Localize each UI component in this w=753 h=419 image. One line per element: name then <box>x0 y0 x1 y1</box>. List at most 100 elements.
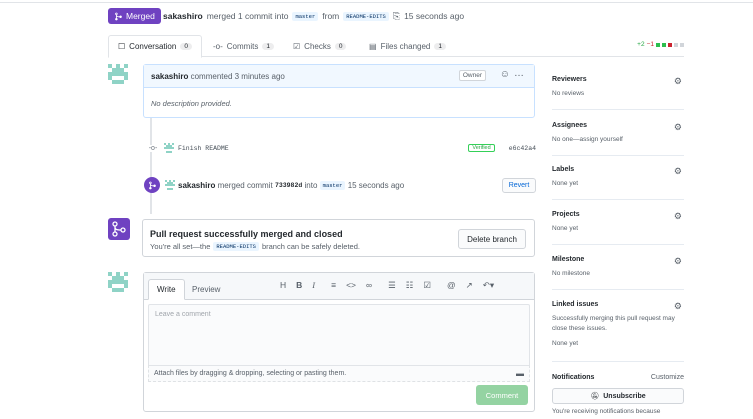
timeline-line <box>150 118 152 214</box>
quote-icon[interactable]: ≡ <box>331 280 336 291</box>
sidebar-value: None yet <box>552 225 579 232</box>
sidebar-title: Linked issues <box>552 301 599 308</box>
diffstat-block <box>680 42 684 47</box>
tab-count: 1 <box>262 42 274 50</box>
merged-status-label: Merged <box>126 11 155 21</box>
merge-commit-sha[interactable]: 733982d <box>275 182 302 189</box>
comment-textarea[interactable]: Leave a comment <box>148 304 530 368</box>
italic-icon[interactable]: I <box>312 280 315 291</box>
commit-sha[interactable]: e6c42a4 <box>509 145 536 152</box>
smiley-icon[interactable]: ☺ <box>500 69 510 80</box>
comment-editor: Write Preview H B I ≡ <> ∞ ☰ ☷ ☑ @ ↗ ↶▾ … <box>143 272 535 412</box>
gear-icon[interactable]: ⚙ <box>674 256 682 267</box>
link-icon[interactable]: ∞ <box>366 280 372 291</box>
sidebar-labels: Labels ⚙ None yet <box>552 166 684 200</box>
customize-link[interactable]: Customize <box>651 374 684 381</box>
kebab-menu-icon[interactable]: … <box>514 68 524 79</box>
task-list-icon[interactable]: ☑ <box>423 280 431 291</box>
sidebar-title: Milestone <box>552 256 585 263</box>
sidebar-value: Successfully merging this pull request m… <box>552 315 675 332</box>
copy-icon[interactable]: ⎘ <box>393 11 400 22</box>
merge-event-time[interactable]: 15 seconds ago <box>348 181 405 190</box>
commit-icon: -o- <box>213 41 223 51</box>
sidebar-value: No reviews <box>552 90 585 97</box>
unsubscribe-button[interactable]: 🔕︎ Unsubscribe <box>552 388 684 404</box>
attach-files-bar[interactable]: Attach files by dragging & dropping, sel… <box>148 365 530 382</box>
merge-status-desc: You're all set—the README-EDITS branch c… <box>150 242 360 251</box>
sidebar-projects: Projects ⚙ None yet <box>552 211 684 245</box>
gear-icon[interactable]: ⚙ <box>674 122 682 133</box>
sidebar-milestone: Milestone ⚙ No milestone <box>552 256 684 290</box>
base-branch[interactable]: master <box>292 11 319 21</box>
delete-branch-button[interactable]: Delete branch <box>458 229 526 249</box>
head-branch[interactable]: README-EDITS <box>343 11 389 21</box>
sidebar-reviewers: Reviewers ⚙ No reviews <box>552 76 684 110</box>
heading-icon[interactable]: H <box>280 280 286 291</box>
tab-count: 0 <box>334 42 347 50</box>
merge-target-branch[interactable]: master <box>319 180 346 190</box>
comment-button[interactable]: Comment <box>476 385 528 405</box>
commit-message[interactable]: Finish README <box>178 145 229 152</box>
bold-icon[interactable]: B <box>296 280 302 291</box>
markdown-icon[interactable]: ▬ <box>516 369 524 378</box>
file-diff-icon: ▤ <box>369 41 377 51</box>
tab-label: Checks <box>304 41 331 51</box>
unsubscribe-label: Unsubscribe <box>603 392 646 400</box>
from-text: from <box>322 11 340 21</box>
cross-reference-icon[interactable]: ↗ <box>466 280 473 291</box>
gear-icon[interactable]: ⚙ <box>674 301 682 312</box>
comment-body: No description provided. <box>151 99 232 108</box>
tab-count: 0 <box>180 43 192 50</box>
merge-event-author[interactable]: sakashiro <box>178 181 215 190</box>
sidebar-title: Projects <box>552 211 580 218</box>
git-merge-icon <box>115 12 122 20</box>
additions-count: +2 <box>637 41 645 48</box>
editor-tabs: Write Preview H B I ≡ <> ∞ ☰ ☷ ☑ @ ↗ ↶▾ <box>144 273 534 300</box>
gear-icon[interactable]: ⚙ <box>674 166 682 177</box>
reply-icon[interactable]: ↶▾ <box>483 280 494 291</box>
sidebar-value[interactable]: No one—assign yourself <box>552 135 684 145</box>
bullet-list-icon[interactable]: ☰ <box>388 280 396 291</box>
tab-preview[interactable]: Preview <box>184 279 228 300</box>
mention-icon[interactable]: @ <box>447 280 456 291</box>
gear-icon[interactable]: ⚙ <box>674 211 682 222</box>
sidebar-title: Assignees <box>552 122 588 129</box>
comment-author[interactable]: sakashiro <box>151 72 188 81</box>
avatar[interactable] <box>164 143 174 153</box>
merge-action-text: merged 1 commit into <box>206 11 289 21</box>
tab-label: Commits <box>226 41 259 51</box>
deletable-branch[interactable]: README-EDITS <box>213 242 259 251</box>
revert-button[interactable]: Revert <box>502 177 536 193</box>
bell-slash-icon: 🔕︎ <box>590 393 600 400</box>
tab-files-changed[interactable]: ▤ Files changed 1 <box>360 35 455 57</box>
merge-summary: sakashiro merged 1 commit into master fr… <box>163 8 464 24</box>
tab-conversation[interactable]: ☐ Conversation 0 <box>108 35 202 58</box>
git-merge-icon <box>112 221 126 237</box>
attach-text: Attach files by dragging & dropping, sel… <box>154 370 347 377</box>
avatar[interactable] <box>165 180 175 190</box>
sidebar-value: No milestone <box>552 270 590 277</box>
commit-row: -o- Finish README Verified e6c42a4 <box>144 141 536 155</box>
tab-commits[interactable]: -o- Commits 1 <box>204 35 283 57</box>
merge-time: 15 seconds ago <box>404 11 465 21</box>
avatar[interactable] <box>108 272 128 292</box>
author-link[interactable]: sakashiro <box>163 11 203 21</box>
owner-badge: Owner <box>458 70 486 81</box>
verified-badge[interactable]: Verified <box>468 144 495 152</box>
numbered-list-icon[interactable]: ☷ <box>406 280 414 291</box>
checklist-icon: ☑ <box>293 41 301 51</box>
avatar[interactable] <box>108 64 128 84</box>
pr-tabs: ☐ Conversation 0 -o- Commits 1 ☑ Checks … <box>108 35 684 58</box>
notification-reason: You're receiving notifications because <box>552 408 661 415</box>
tab-count: 1 <box>434 42 446 50</box>
gear-icon[interactable]: ⚙ <box>674 76 682 87</box>
tab-write[interactable]: Write <box>148 279 185 300</box>
comment-meta[interactable]: commented 3 minutes ago <box>191 72 285 81</box>
tab-label: Files changed <box>380 41 431 51</box>
sidebar-notifications: Notifications Customize <box>552 374 684 381</box>
tab-checks[interactable]: ☑ Checks 0 <box>284 35 355 57</box>
sidebar-title: Notifications <box>552 374 595 381</box>
code-icon[interactable]: <> <box>346 280 356 291</box>
desc-text: You're all set—the <box>150 242 211 251</box>
diffstat-block <box>656 42 660 47</box>
